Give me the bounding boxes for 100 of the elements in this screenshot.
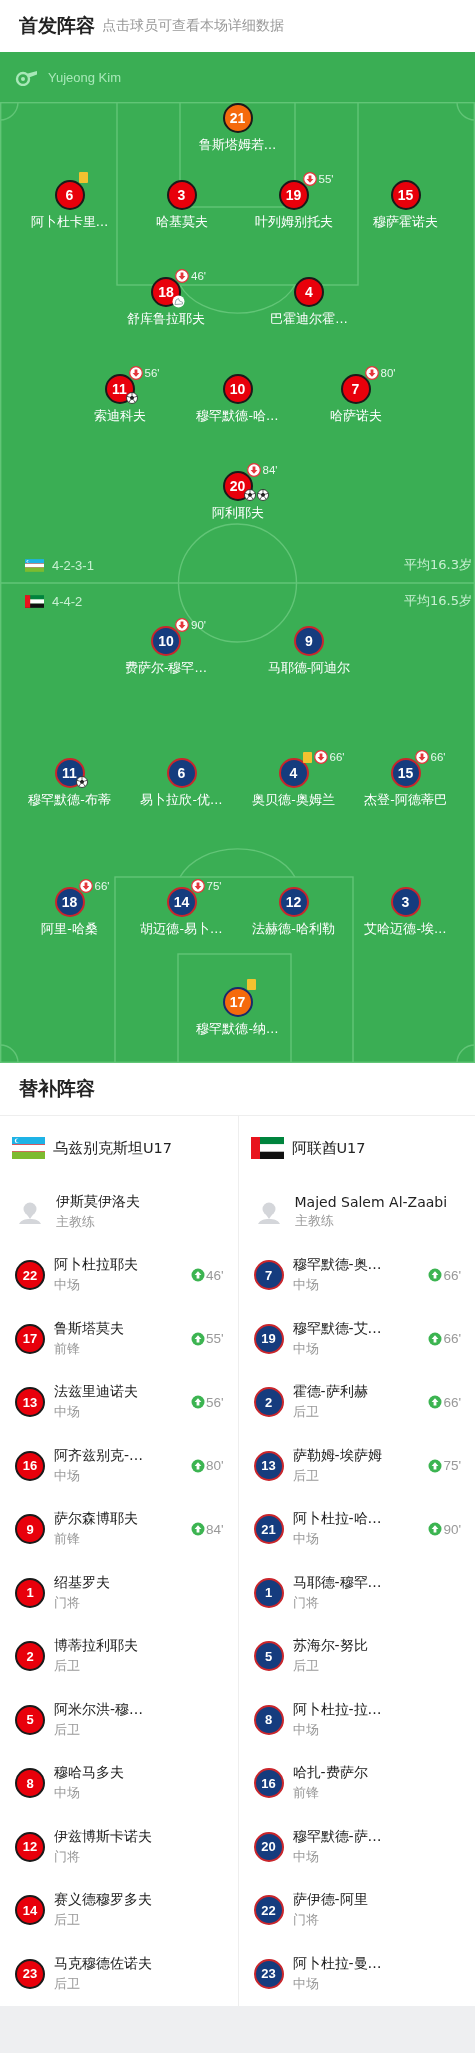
player-number[interactable]: 23 xyxy=(253,1958,284,1989)
player-number[interactable]: 2 xyxy=(253,1387,284,1418)
sub-on-icon xyxy=(428,1268,443,1283)
player-name[interactable]: 穆罕默德-艾… xyxy=(292,1319,382,1338)
player-name[interactable]: 伊兹博斯卡诺夫 xyxy=(54,1827,152,1846)
sub-minute: 75' xyxy=(443,1458,461,1474)
player-position: 后卫 xyxy=(292,1403,320,1422)
ball-icon xyxy=(243,489,256,501)
player-name[interactable]: 阿卜杜拉耶夫 xyxy=(54,1256,138,1275)
sub-on-icon xyxy=(190,1522,205,1537)
player-number[interactable]: 22 xyxy=(15,1260,45,1291)
player-name[interactable]: 阿米尔洪-穆… xyxy=(54,1700,144,1719)
player-name[interactable]: 阿卜杜拉-拉… xyxy=(292,1700,382,1719)
player-number[interactable]: 10 xyxy=(222,374,253,404)
player-number[interactable]: 7 xyxy=(253,1260,284,1291)
player-number[interactable]: 19 xyxy=(278,180,309,210)
player-number[interactable]: 6 xyxy=(54,180,85,210)
player-position: 中场 xyxy=(292,1720,320,1739)
player-name[interactable]: 博蒂拉利耶夫 xyxy=(54,1637,138,1656)
player-position: 后卫 xyxy=(54,1657,81,1676)
player-number[interactable]: 2 xyxy=(15,1641,45,1672)
player-number[interactable]: 13 xyxy=(253,1450,284,1481)
ball-icon xyxy=(75,776,88,788)
player-name[interactable]: 赛义德穆罗多夫 xyxy=(54,1891,152,1910)
player-number[interactable]: 4 xyxy=(294,277,324,307)
player-name[interactable]: 苏海尔-努比 xyxy=(292,1637,368,1656)
player-name[interactable]: 马耶德-穆罕… xyxy=(292,1573,382,1592)
player-name[interactable]: 阿卜杜拉-哈… xyxy=(292,1510,382,1529)
flag-icon xyxy=(250,1137,284,1159)
player-number[interactable]: 15 xyxy=(390,180,421,210)
sub-minute: 56' xyxy=(205,1394,224,1410)
player-name[interactable]: 阿卜杜拉-曼… xyxy=(292,1954,382,1973)
player-number[interactable]: 20 xyxy=(253,1831,284,1862)
player-name[interactable]: 马克穆德佐诺夫 xyxy=(54,1954,152,1973)
player-number[interactable]: 9 xyxy=(15,1514,45,1545)
player-number[interactable]: 18 xyxy=(54,887,85,917)
player-number[interactable]: 16 xyxy=(253,1768,284,1799)
player-number[interactable]: 12 xyxy=(15,1831,45,1862)
player-name[interactable]: 霍德-萨利赫 xyxy=(292,1383,368,1402)
sub-off-icon xyxy=(414,750,429,764)
player-number[interactable]: 16 xyxy=(15,1450,45,1481)
formation-label: 4-4-2 xyxy=(52,593,83,609)
sub-minute: 84' xyxy=(262,464,278,476)
player-position: 中场 xyxy=(54,1784,81,1803)
player-number[interactable]: 5 xyxy=(253,1641,284,1672)
player-number[interactable]: 8 xyxy=(253,1704,284,1735)
player-position: 中场 xyxy=(292,1530,320,1549)
sub-on-icon xyxy=(190,1331,205,1346)
sub-off-icon xyxy=(302,172,317,186)
coach-name: Majed Salem Al-Zaabi xyxy=(294,1193,448,1210)
player-name[interactable]: 萨尔森博耶夫 xyxy=(54,1510,138,1529)
player-name[interactable]: 阿齐兹别克-… xyxy=(54,1446,144,1465)
player-number[interactable]: 8 xyxy=(15,1768,45,1799)
section-title: 首发阵容 xyxy=(19,13,95,38)
player-number[interactable]: 1 xyxy=(253,1577,284,1608)
average-age: 平均16.3岁 xyxy=(404,556,473,574)
sub-on-icon xyxy=(190,1395,205,1410)
player-position: 门将 xyxy=(292,1911,320,1930)
player-position: 后卫 xyxy=(54,1911,81,1930)
player-name[interactable]: 穆罕默德-萨… xyxy=(292,1827,382,1846)
player-number[interactable]: 19 xyxy=(253,1323,284,1354)
player-name[interactable]: 鲁斯塔莫夫 xyxy=(54,1319,124,1338)
sub-off-icon xyxy=(364,366,379,380)
player-number[interactable]: 14 xyxy=(166,887,197,917)
player-number[interactable]: 1 xyxy=(15,1577,45,1608)
player-name[interactable]: 绍基罗夫 xyxy=(54,1573,110,1592)
player-number[interactable]: 5 xyxy=(15,1704,45,1735)
sub-minute: 55' xyxy=(205,1331,224,1347)
player-number[interactable]: 14 xyxy=(15,1895,45,1926)
player-number[interactable]: 12 xyxy=(278,887,309,917)
player-number[interactable]: 13 xyxy=(15,1387,45,1418)
sub-minute: 80' xyxy=(380,367,396,379)
player-number[interactable]: 22 xyxy=(253,1895,284,1926)
player-number[interactable]: 17 xyxy=(15,1323,45,1354)
player-number[interactable]: 6 xyxy=(166,758,197,788)
player-number[interactable]: 9 xyxy=(294,626,324,656)
player-name[interactable]: 萨勒姆-埃萨姆 xyxy=(292,1446,382,1465)
player-name[interactable]: 穆罕默德-奥… xyxy=(292,1256,382,1275)
sub-minute: 80' xyxy=(205,1458,224,1474)
player-position: 门将 xyxy=(54,1847,81,1866)
player-position: 中场 xyxy=(54,1466,81,1485)
player-name[interactable]: 哈扎-费萨尔 xyxy=(292,1764,368,1783)
player-position: 门将 xyxy=(54,1593,81,1612)
player-name[interactable]: 穆哈马多夫 xyxy=(54,1764,124,1783)
player-number[interactable]: 23 xyxy=(15,1958,45,1989)
flag-icon xyxy=(25,594,44,608)
player-number[interactable]: 10 xyxy=(151,626,181,656)
player-number[interactable]: 15 xyxy=(390,758,421,788)
player-number[interactable]: 3 xyxy=(390,887,421,917)
average-age: 平均16.5岁 xyxy=(404,592,473,610)
player-number[interactable]: 4 xyxy=(278,758,309,788)
player-number[interactable]: 11 xyxy=(54,758,85,788)
player-number[interactable]: 21 xyxy=(253,1514,284,1545)
player-number[interactable]: 3 xyxy=(166,180,197,210)
player-number[interactable]: 7 xyxy=(340,374,371,404)
player-name[interactable]: 法兹里迪诺夫 xyxy=(54,1383,138,1402)
player-position: 门将 xyxy=(292,1593,320,1612)
player-name[interactable]: 萨伊德-阿里 xyxy=(292,1891,368,1910)
sub-minute: 46' xyxy=(191,270,206,282)
ball-icon xyxy=(125,392,138,404)
